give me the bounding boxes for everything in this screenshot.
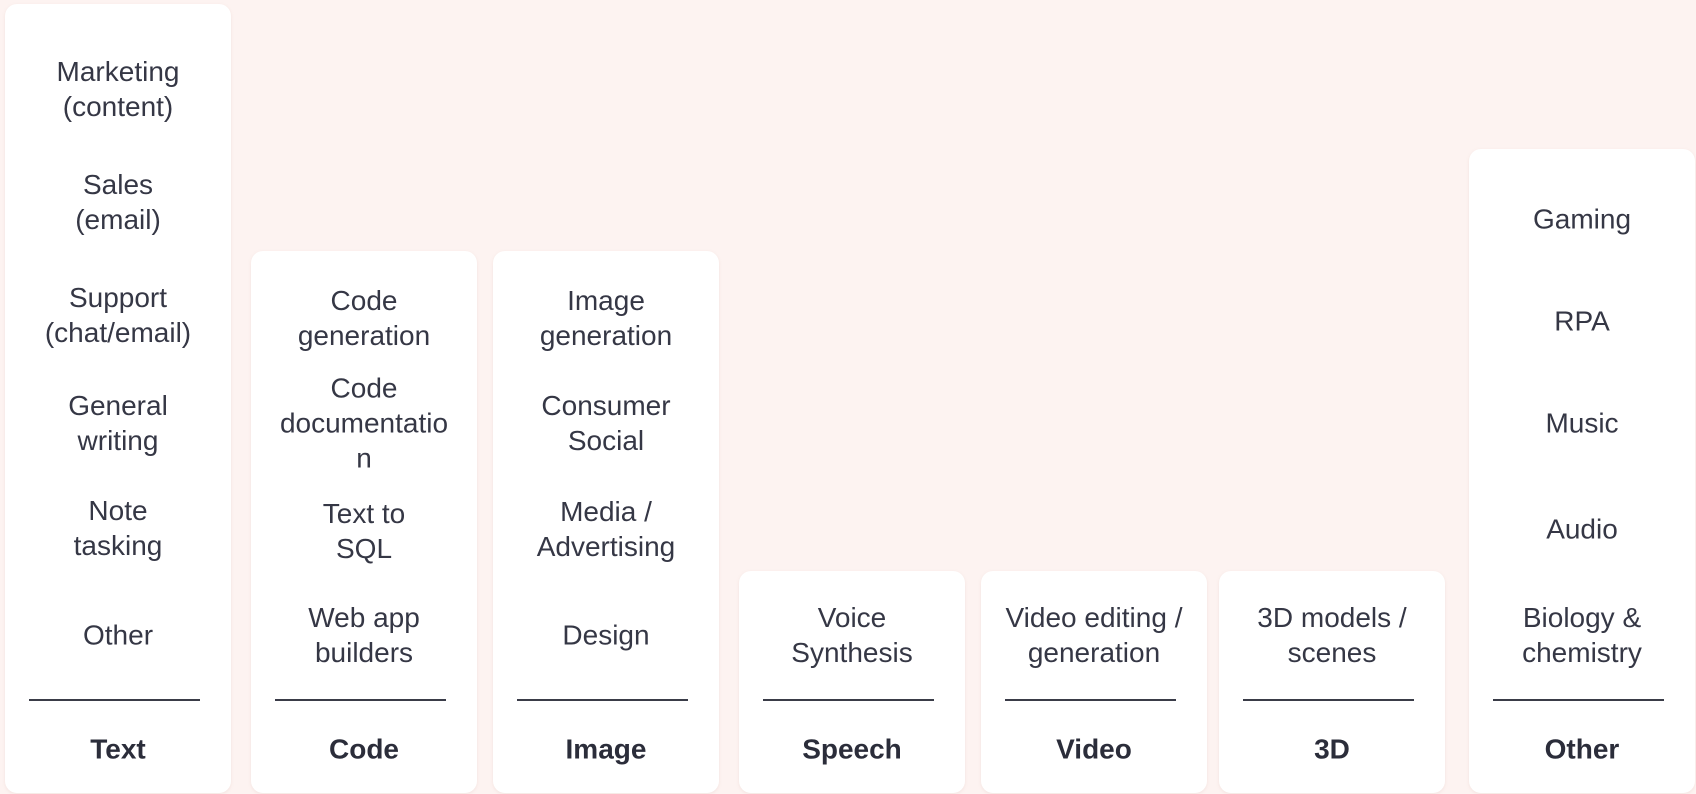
- column-divider: [275, 699, 446, 701]
- use-case-item: Image generation: [539, 285, 673, 351]
- category-label: Text: [90, 733, 146, 765]
- use-case-item: Biology & chemistry: [1522, 602, 1642, 668]
- use-case-item: Sales (email): [75, 169, 161, 235]
- column-card-speech: Voice Synthesis Speech: [739, 571, 965, 793]
- column-card-3d: 3D models / scenes 3D: [1219, 571, 1445, 793]
- column-divider: [517, 699, 688, 701]
- use-case-item: RPA: [1554, 305, 1610, 337]
- use-case-item: Code documentatio n: [279, 372, 449, 474]
- column-divider: [1005, 699, 1176, 701]
- use-case-item: Gaming: [1532, 203, 1632, 235]
- category-label: Other: [1544, 733, 1620, 765]
- use-case-item: 3D models / scenes: [1257, 602, 1407, 668]
- use-case-item: Design: [562, 619, 650, 651]
- use-case-item: Consumer Social: [541, 390, 671, 456]
- column-card-code: Code generation Code documentatio n Text…: [251, 251, 477, 793]
- use-case-item: General writing: [68, 390, 168, 456]
- use-case-item: Media / Advertising: [536, 496, 676, 562]
- use-case-item: Voice Synthesis: [791, 602, 913, 668]
- category-label: Image: [565, 733, 647, 765]
- use-case-item: Music: [1545, 407, 1619, 439]
- column-card-text: Marketing (content) Sales (email) Suppor…: [5, 4, 231, 793]
- category-label: Speech: [802, 733, 902, 765]
- use-case-item: Other: [82, 619, 154, 651]
- column-divider: [1493, 699, 1664, 701]
- use-case-item: Marketing (content): [56, 56, 180, 122]
- use-case-item: Web app builders: [308, 602, 420, 668]
- use-case-item: Note tasking: [73, 495, 163, 561]
- column-card-other: Gaming RPA Music Audio Biology & chemist…: [1469, 149, 1695, 793]
- column-card-image: Image generation Consumer Social Media /…: [493, 251, 719, 793]
- use-case-item: Code generation: [297, 285, 431, 351]
- use-case-item: Audio: [1546, 513, 1618, 545]
- use-case-item: Video editing / generation: [1005, 602, 1183, 668]
- column-divider: [763, 699, 934, 701]
- column-card-video: Video editing / generation Video: [981, 571, 1207, 793]
- category-label: Video: [1056, 733, 1132, 765]
- use-case-item: Text to SQL: [322, 498, 406, 564]
- use-case-item: Support (chat/email): [44, 282, 192, 348]
- category-label: Code: [329, 733, 399, 765]
- column-divider: [1243, 699, 1414, 701]
- category-label: 3D: [1314, 733, 1350, 765]
- column-divider: [29, 699, 200, 701]
